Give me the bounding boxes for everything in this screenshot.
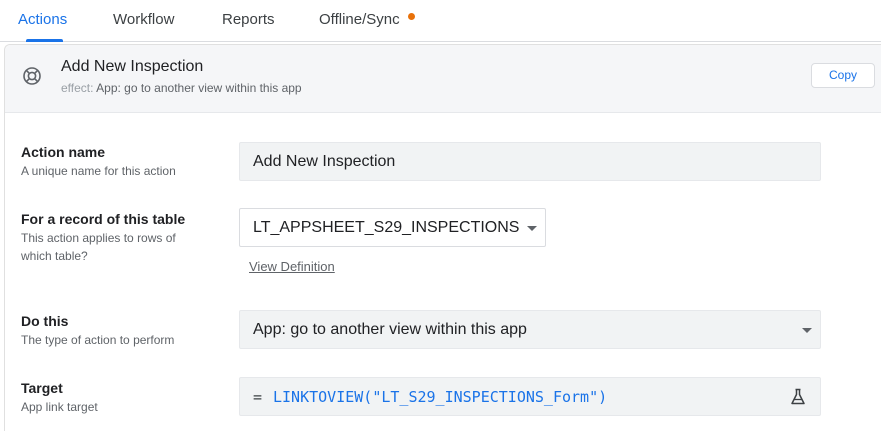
record-table-desc: This action applies to rows of which tab…: [21, 231, 176, 263]
action-title: Add New Inspection: [61, 58, 204, 75]
record-table-select[interactable]: LT_APPSHEET_S29_INSPECTIONS: [239, 208, 546, 247]
target-desc: App link target: [21, 400, 98, 414]
action-effect: effect: App: go to another view within t…: [61, 81, 302, 95]
flask-icon[interactable]: [790, 388, 806, 406]
view-definition-link[interactable]: View Definition: [249, 259, 335, 274]
active-tab-indicator: [26, 39, 63, 42]
action-header[interactable]: Add New Inspection effect: App: go to an…: [5, 45, 881, 113]
lifebuoy-icon: [22, 66, 42, 86]
effect-label: effect:: [61, 81, 94, 95]
action-name-value: Add New Inspection: [253, 152, 396, 170]
record-table-label: For a record of this table: [21, 211, 186, 227]
notification-dot: [408, 13, 415, 20]
chevron-down-icon: [527, 225, 537, 231]
target-expression-input[interactable]: = LINKTOVIEW("LT_S29_INSPECTIONS_Form"): [239, 377, 821, 416]
chevron-down-icon: [802, 327, 812, 333]
tab-actions[interactable]: Actions: [18, 11, 67, 28]
action-name-input[interactable]: Add New Inspection: [239, 142, 821, 181]
do-this-desc: The type of action to perform: [21, 333, 175, 347]
do-this-value: App: go to another view within this app: [253, 320, 527, 338]
action-name-label: Action name: [21, 144, 106, 160]
tab-workflow[interactable]: Workflow: [113, 11, 174, 28]
effect-value: App: go to another view within this app: [96, 81, 302, 95]
tab-offline-sync[interactable]: Offline/Sync: [319, 11, 400, 28]
tab-bar: Actions Workflow Reports Offline/Sync: [0, 0, 881, 42]
target-expression: LINKTOVIEW("LT_S29_INSPECTIONS_Form"): [273, 387, 608, 406]
equals-sign: =: [253, 387, 263, 406]
tab-reports[interactable]: Reports: [222, 11, 275, 28]
copy-button[interactable]: Copy: [811, 63, 875, 88]
do-this-select[interactable]: App: go to another view within this app: [239, 310, 821, 349]
do-this-label: Do this: [21, 313, 69, 329]
record-table-value: LT_APPSHEET_S29_INSPECTIONS: [253, 218, 520, 236]
action-name-desc: A unique name for this action: [21, 164, 176, 178]
target-label: Target: [21, 380, 63, 396]
